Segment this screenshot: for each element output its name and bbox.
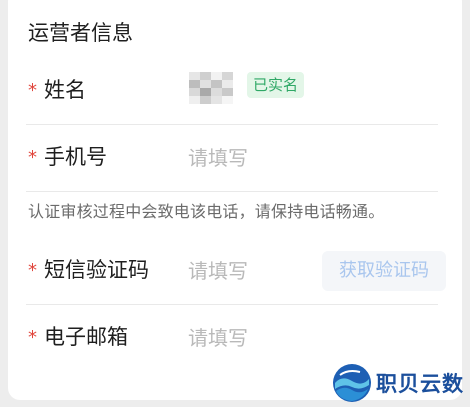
sms-code-row[interactable]: * 短信验证码 请填写 获取验证码 <box>26 238 446 304</box>
required-mark: * <box>28 327 37 348</box>
required-mark: * <box>28 80 37 101</box>
sms-code-input[interactable]: 请填写 <box>188 256 248 286</box>
verified-badge: 已实名 <box>247 72 305 98</box>
required-mark: * <box>28 147 37 168</box>
watermark: 职贝云数 <box>332 363 464 403</box>
wave-logo-icon <box>333 364 371 402</box>
phone-row[interactable]: * 手机号 请填写 <box>26 125 438 191</box>
watermark-text: 职贝云数 <box>376 372 464 396</box>
email-row[interactable]: * 电子邮箱 请填写 <box>26 305 438 371</box>
name-row: * 姓名 已实名 <box>26 58 438 124</box>
divider <box>26 191 438 192</box>
required-mark: * <box>28 260 37 281</box>
phone-input[interactable]: 请填写 <box>188 143 248 173</box>
phone-label: 手机号 <box>44 145 107 169</box>
email-label: 电子邮箱 <box>44 325 128 349</box>
masked-name <box>189 72 233 104</box>
operator-info-card: 运营者信息 * 姓名 已实名 * 手机号 请填写 认证审核过程中会致电该电话，请… <box>8 0 462 400</box>
phone-notice: 认证审核过程中会致电该电话，请保持电话畅通。 <box>28 202 385 221</box>
section-title: 运营者信息 <box>28 21 133 45</box>
email-input[interactable]: 请填写 <box>188 323 248 353</box>
name-label: 姓名 <box>44 78 86 102</box>
sms-code-label: 短信验证码 <box>44 258 149 282</box>
get-code-button[interactable]: 获取验证码 <box>322 251 446 291</box>
